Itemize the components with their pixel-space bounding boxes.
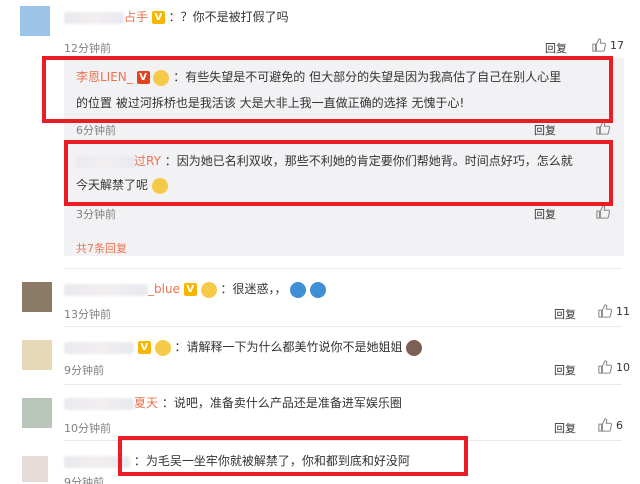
like-count: 10: [616, 360, 630, 374]
highlight-box: [64, 140, 613, 206]
comment-header: 夏天 ：说吧，准备卖什么产品还是准备进军娱乐圈: [64, 392, 402, 414]
like-button[interactable]: 11: [598, 304, 630, 318]
highlight-box: [42, 56, 613, 123]
like-count: 11: [616, 304, 630, 318]
avatar[interactable]: [22, 282, 52, 312]
comment-text: ：请解释一下为什么都美竹说你不是她姐姐: [174, 340, 403, 354]
timestamp: 9分钟前: [64, 476, 104, 484]
comment-header: 占手 V ：？你不是被打假了吗: [64, 6, 289, 28]
username[interactable]: _blue: [148, 282, 180, 296]
comment-4: 夏天 ：说吧，准备卖什么产品还是准备进军娱乐圈 10分钟前 回复 6: [0, 388, 640, 438]
reply-button[interactable]: 回复: [545, 40, 567, 56]
timestamp: 12分钟前: [64, 42, 111, 55]
like-button[interactable]: 6: [598, 418, 623, 432]
highlight-box: [118, 436, 468, 476]
blurred-username: [64, 283, 148, 296]
like-button[interactable]: 17: [592, 38, 624, 52]
thumbs-up-icon[interactable]: [596, 121, 610, 135]
avatar[interactable]: [22, 340, 52, 370]
divider: [64, 326, 622, 327]
like-count: 6: [616, 418, 623, 432]
thumbs-up-icon[interactable]: [596, 205, 610, 219]
doraemon-emoji-icon: [310, 281, 327, 298]
doraemon-emoji-icon: [290, 281, 307, 298]
avatar[interactable]: [22, 398, 52, 428]
username[interactable]: 占手: [124, 10, 148, 24]
timestamp: 10分钟前: [64, 422, 111, 435]
divider: [64, 268, 622, 269]
username[interactable]: 夏天: [134, 396, 158, 410]
thumbs-up-icon: [598, 418, 612, 432]
reply-button[interactable]: 回复: [554, 362, 576, 378]
thumbs-up-icon: [598, 304, 612, 318]
comment-text: ：说吧，准备卖什么产品还是准备进军娱乐圈: [161, 396, 402, 410]
comment-3: V ：请解释一下为什么都美竹说你不是她姐姐 9分钟前 回复 10: [0, 330, 640, 380]
verified-badge-icon: V: [183, 283, 197, 296]
reply-button[interactable]: 回复: [534, 206, 556, 222]
divider: [64, 384, 622, 385]
verified-badge-icon: V: [137, 341, 151, 354]
emoji-icon: [154, 339, 171, 356]
comment-header: V ：请解释一下为什么都美竹说你不是她姐姐: [64, 336, 423, 358]
reply-button[interactable]: 回复: [554, 306, 576, 322]
thumbs-up-icon: [598, 360, 612, 374]
thumbs-up-icon: [592, 38, 606, 52]
timestamp: 6分钟前: [76, 124, 116, 137]
reply-button[interactable]: 回复: [554, 420, 576, 436]
timestamp: 3分钟前: [76, 208, 116, 221]
emoji-icon: [200, 281, 217, 298]
reply-button[interactable]: 回复: [534, 122, 556, 138]
avatar[interactable]: [20, 6, 50, 36]
more-replies-link[interactable]: 共7条回复: [76, 240, 127, 256]
emoji-icon: [406, 339, 423, 356]
comment-1: 占手 V ：？你不是被打假了吗 12分钟前 回复 17: [0, 0, 640, 60]
avatar[interactable]: [22, 456, 48, 482]
like-count: 17: [610, 38, 624, 52]
comment-text: ：很迷惑，，: [220, 282, 287, 296]
comment-2: _blue V ：很迷惑，， 13分钟前 回复 11: [0, 272, 640, 322]
like-button[interactable]: 10: [598, 360, 630, 374]
blurred-username: [64, 341, 134, 354]
blurred-username: [64, 397, 134, 410]
timestamp: 9分钟前: [64, 364, 104, 377]
comment-header: _blue V ：很迷惑，，: [64, 278, 327, 300]
verified-badge-icon: V: [151, 11, 165, 24]
comment-text: ：？你不是被打假了吗: [168, 10, 289, 24]
blurred-username: [64, 11, 124, 24]
timestamp: 13分钟前: [64, 308, 111, 321]
